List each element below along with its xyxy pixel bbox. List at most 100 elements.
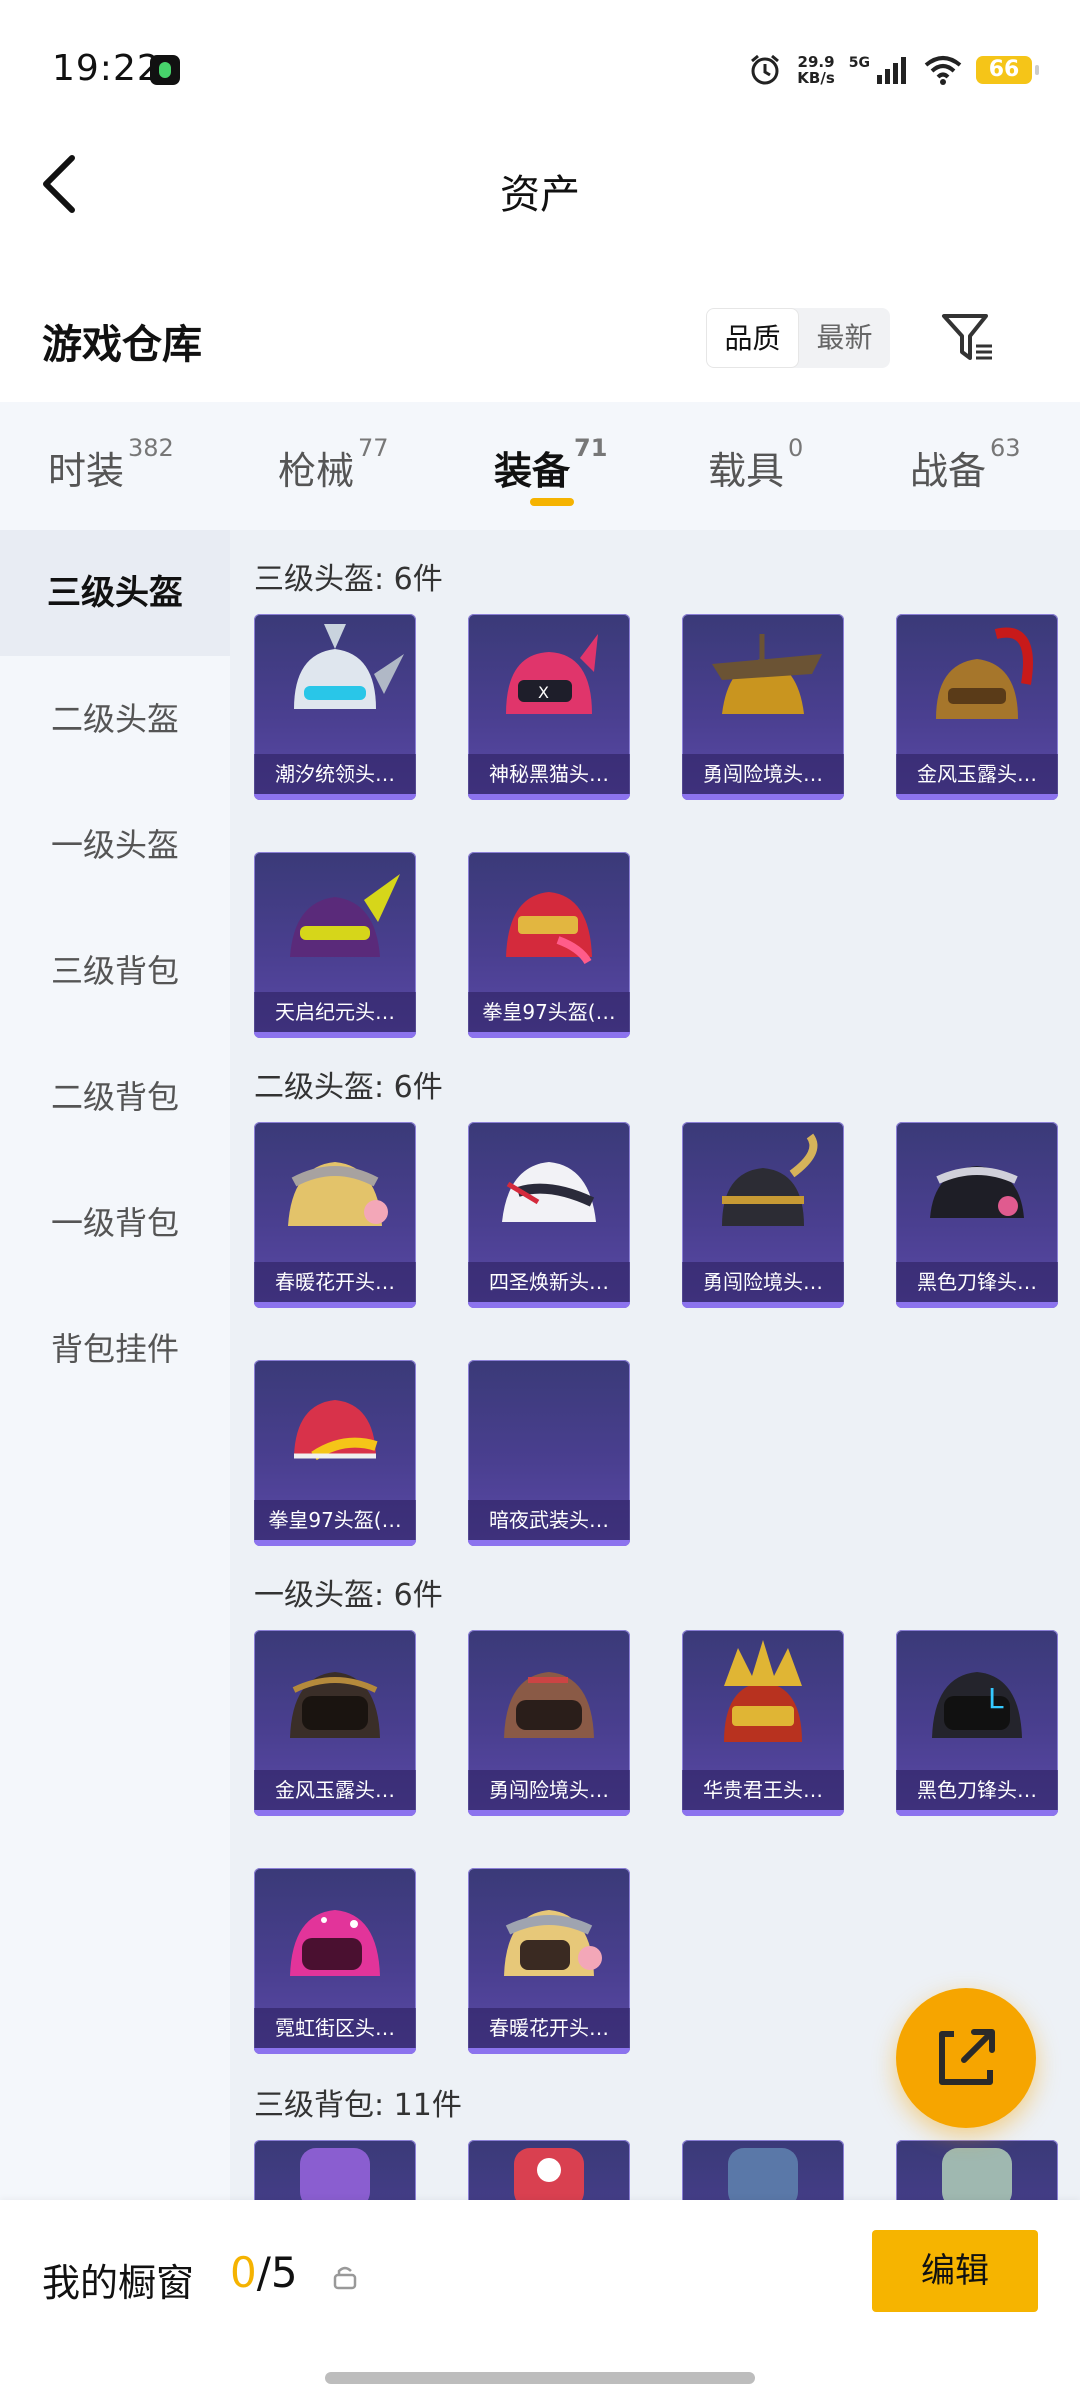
category-tabs: 时装382 枪械77 装备71 载具0 战备63 xyxy=(0,402,1080,530)
sidebar-item-level3-backpack[interactable]: 三级背包 xyxy=(0,908,230,1034)
subcategory-sidebar: 三级头盔 二级头盔 一级头盔 三级背包 二级背包 一级背包 背包挂件 xyxy=(0,530,230,2200)
item-card[interactable]: L 黑色刀锋头… xyxy=(896,1630,1058,1816)
net-speed: 29.9 KB/s xyxy=(797,54,834,86)
helmet-icon xyxy=(722,1133,818,1226)
sidebar-item-backpack-charm[interactable]: 背包挂件 xyxy=(0,1286,230,1412)
item-card[interactable] xyxy=(254,2140,416,2200)
helmet-icon xyxy=(290,1910,380,1976)
item-label: 黑色刀锋头… xyxy=(896,1262,1058,1302)
item-card[interactable]: 黑色刀锋头… xyxy=(896,1122,1058,1308)
tab-vehicles[interactable]: 载具0 xyxy=(708,434,803,495)
item-card[interactable]: 暗夜武装头… xyxy=(468,1360,630,1546)
net-speed-unit: KB/s xyxy=(797,69,835,87)
tab-label: 时装 xyxy=(48,449,125,493)
group-title: 一级头盔: 6件 xyxy=(254,1578,443,1613)
item-label: 潮汐统领头… xyxy=(254,754,416,794)
home-indicator[interactable] xyxy=(325,2372,755,2384)
item-card[interactable]: 勇闯险境头… xyxy=(682,614,844,800)
item-card[interactable] xyxy=(468,2140,630,2200)
sort-option-quality[interactable]: 品质 xyxy=(706,308,799,368)
item-label: 勇闯险境头… xyxy=(682,1262,844,1302)
section-title: 游戏仓库 xyxy=(42,322,202,368)
item-card[interactable]: 潮汐统领头… xyxy=(254,614,416,800)
battery-icon: 66 xyxy=(976,56,1039,84)
showcase-count: 0/5 xyxy=(230,2248,298,2297)
backpack-icon xyxy=(942,2148,1012,2200)
backpack-icon xyxy=(514,2148,584,2200)
filter-icon xyxy=(942,314,992,360)
item-card[interactable]: 华贵君王头… xyxy=(682,1630,844,1816)
item-label: 春暖花开头… xyxy=(254,1262,416,1302)
item-card[interactable] xyxy=(682,2140,844,2200)
helmet-icon xyxy=(290,874,400,957)
group-title: 三级头盔: 6件 xyxy=(254,562,443,597)
group-title: 二级头盔: 6件 xyxy=(254,1070,443,1105)
helmet-icon xyxy=(712,634,822,714)
status-bar: 19:22 29.9 KB/s 5G 66 xyxy=(0,0,1080,110)
alarm-icon xyxy=(751,54,780,85)
tab-count: 382 xyxy=(128,434,174,462)
item-label: 霓虹街区头… xyxy=(254,2008,416,2048)
item-label: 神秘黑猫头… xyxy=(468,754,630,794)
item-card[interactable]: 天启纪元头… xyxy=(254,852,416,1038)
filter-button[interactable] xyxy=(940,310,996,366)
item-label: 勇闯险境头… xyxy=(468,1770,630,1810)
item-card[interactable]: 霓虹街区头… xyxy=(254,1868,416,2054)
item-card[interactable]: 春暖花开头… xyxy=(468,1868,630,2054)
sidebar-item-level1-helmet[interactable]: 一级头盔 xyxy=(0,782,230,908)
item-card[interactable]: 四圣焕新头… xyxy=(468,1122,630,1308)
sort-option-newest[interactable]: 最新 xyxy=(799,308,890,368)
helmet-icon xyxy=(294,1400,378,1461)
share-button[interactable] xyxy=(896,1988,1036,2128)
helmet-icon xyxy=(504,1672,594,1738)
item-label: 黑色刀锋头… xyxy=(896,1770,1058,1810)
item-card[interactable]: 金风玉露头… xyxy=(896,614,1058,800)
item-card[interactable]: 拳皇97头盔(… xyxy=(468,852,630,1038)
helmet-icon: L xyxy=(932,1672,1022,1738)
tab-equipment[interactable]: 装备71 xyxy=(494,434,607,495)
sort-toggle: 品质 最新 xyxy=(706,308,890,368)
sidebar-item-level2-helmet[interactable]: 二级头盔 xyxy=(0,656,230,782)
sidebar-item-level1-backpack[interactable]: 一级背包 xyxy=(0,1160,230,1286)
item-label: 拳皇97头盔(… xyxy=(468,992,630,1032)
item-card[interactable]: 勇闯险境头… xyxy=(682,1122,844,1308)
item-card[interactable] xyxy=(896,2140,1058,2200)
showcase-label: 我的橱窗 xyxy=(42,2261,195,2305)
item-label: 华贵君王头… xyxy=(682,1770,844,1810)
backpack-icon xyxy=(728,2148,798,2200)
signal-icon xyxy=(877,57,906,84)
tab-count: 77 xyxy=(358,434,389,462)
helmet-icon xyxy=(504,1910,602,1976)
item-grid-area: 三级头盔: 6件 潮汐统领头… X 神秘黑猫头… 勇闯险境头… 金风玉露头… 天… xyxy=(230,530,1080,2200)
item-label: 金风玉露头… xyxy=(254,1770,416,1810)
item-card[interactable]: 春暖花开头… xyxy=(254,1122,416,1308)
showcase-bar: 我的橱窗 0/5 编辑 xyxy=(0,2200,1080,2400)
empty-thumbnail xyxy=(468,1360,630,1500)
active-tab-indicator xyxy=(530,498,574,506)
helmet-icon xyxy=(724,1640,802,1742)
item-card[interactable]: X 神秘黑猫头… xyxy=(468,614,630,800)
helmet-icon xyxy=(294,624,404,709)
tab-gear[interactable]: 战备63 xyxy=(910,434,1021,495)
tab-fashion[interactable]: 时装382 xyxy=(48,434,174,495)
app-notification-icon xyxy=(150,55,180,85)
edit-button[interactable]: 编辑 xyxy=(872,2230,1038,2312)
tab-count: 0 xyxy=(788,434,804,462)
item-card[interactable]: 勇闯险境头… xyxy=(468,1630,630,1816)
svg-text:L: L xyxy=(988,1682,1004,1715)
helmet-icon xyxy=(506,892,592,965)
item-card[interactable]: 金风玉露头… xyxy=(254,1630,416,1816)
sidebar-item-level2-backpack[interactable]: 二级背包 xyxy=(0,1034,230,1160)
helmet-icon xyxy=(290,1672,380,1738)
tab-count: 63 xyxy=(990,434,1021,462)
sidebar-item-level3-helmet[interactable]: 三级头盔 xyxy=(0,530,230,656)
net-speed-value: 29.9 xyxy=(797,53,835,71)
group-title: 三级背包: 11件 xyxy=(254,2088,462,2123)
item-card[interactable]: 拳皇97头盔(… xyxy=(254,1360,416,1546)
lock-icon xyxy=(333,2266,357,2290)
tab-firearms[interactable]: 枪械77 xyxy=(278,434,389,495)
item-label: 金风玉露头… xyxy=(896,754,1058,794)
tab-count: 71 xyxy=(574,434,608,462)
item-label: 勇闯险境头… xyxy=(682,754,844,794)
top-header: 资产 xyxy=(0,110,1080,260)
